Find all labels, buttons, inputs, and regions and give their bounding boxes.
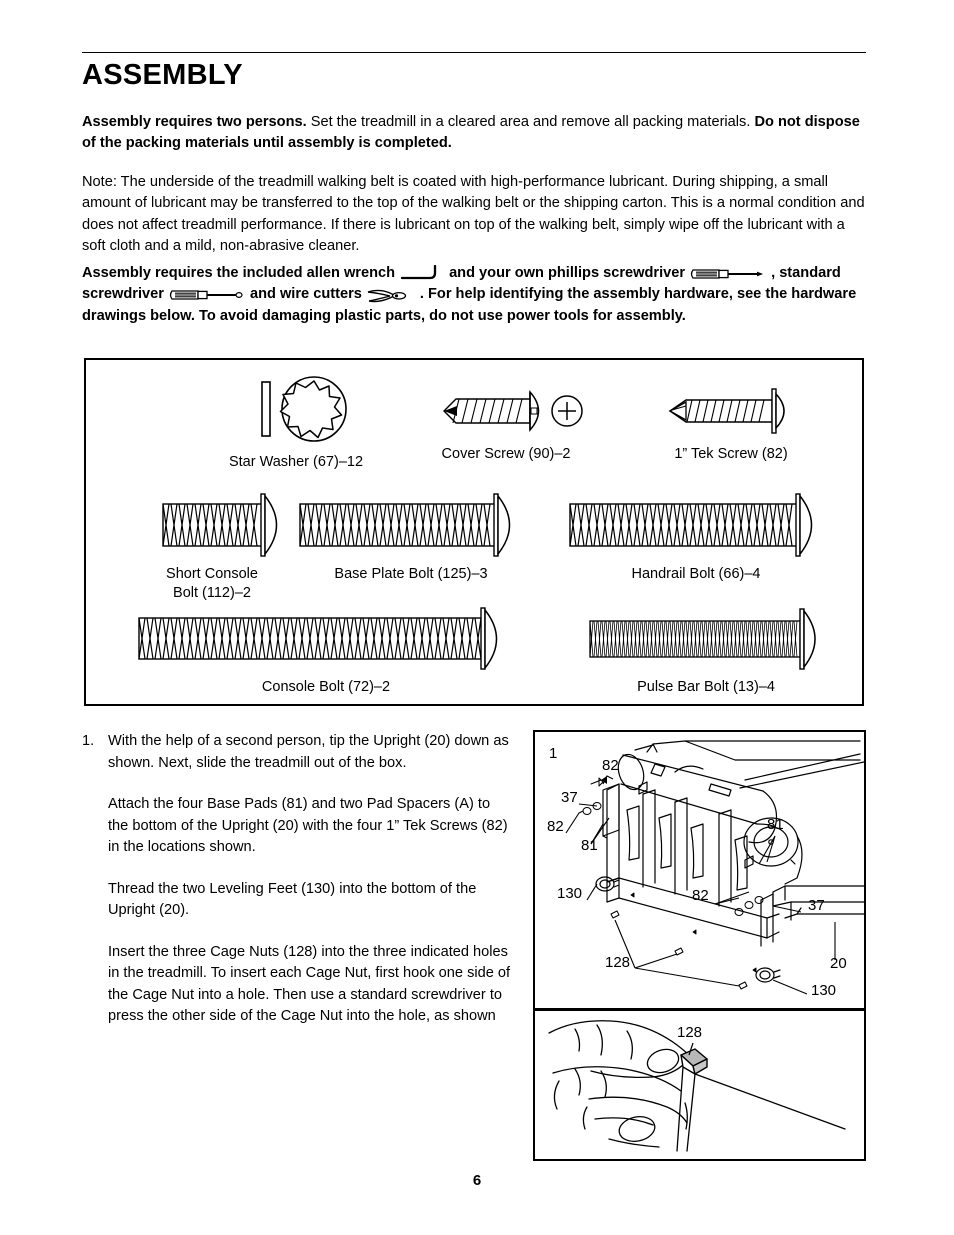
figure-callout-82-center: 82 — [692, 887, 709, 904]
figure-callout-81-left: 81 — [581, 837, 598, 854]
console-bolt-drawing — [106, 603, 546, 678]
step-paragraph-4: Insert the three Cage Nuts (128) into th… — [108, 943, 511, 1025]
allen-wrench-icon — [400, 264, 444, 283]
tools-text-1: Assembly requires the included allen wre… — [82, 265, 396, 281]
figure-callout-20: 20 — [830, 955, 847, 972]
page-title: ASSEMBLY — [82, 59, 243, 91]
detail-callout-128: 128 — [677, 1024, 702, 1041]
figure-cage-nut-detail-svg: 128 — [548, 1020, 846, 1152]
tek-screw-drawing — [611, 382, 851, 445]
step-body: With the help of a second person, tip th… — [108, 731, 512, 1028]
figure-callout-128: 128 — [605, 954, 630, 971]
hardware-label-console-bolt: Console Bolt (72)–2 — [261, 679, 391, 695]
figure-callout-81-right: 81 — [767, 816, 784, 833]
intro-paragraph: Assembly requires two persons. Set the t… — [82, 112, 868, 155]
figure-callout-130-left: 130 — [557, 885, 582, 902]
header-rule — [82, 52, 866, 53]
hardware-label-tek-screw: 1” Tek Screw (82) — [674, 446, 788, 462]
hardware-item-pulse-bar-bolt: Pulse Bar Bolt (13)–4 — [561, 603, 851, 697]
step-number: 1. — [82, 733, 95, 749]
standard-screwdriver-icon — [168, 288, 246, 302]
intro-bold-lead: Assembly requires two persons. — [82, 114, 307, 130]
base-plate-bolt-drawing — [276, 488, 546, 565]
step-paragraph-1: With the help of a second person, tip th… — [108, 733, 509, 771]
figure-step-label: 1 — [549, 745, 557, 762]
hardware-label-handrail-bolt: Handrail Bolt (66)–4 — [631, 566, 761, 582]
hardware-item-star-washer: Star Washer (67)–12 — [196, 370, 396, 472]
tools-text-5: and wire cutters — [249, 286, 362, 303]
step-paragraph-3: Thread the two Leveling Feet (130) into … — [108, 880, 477, 919]
phillips-screwdriver-icon — [689, 267, 767, 281]
hardware-item-handrail-bolt: Handrail Bolt (66)–4 — [546, 488, 846, 584]
figure-callout-82-left: 82 — [547, 818, 564, 835]
star-washer-drawing — [196, 370, 396, 453]
tools-text-3: , — [771, 265, 776, 281]
step-paragraph-2: Attach the four Base Pads (81) and two P… — [108, 796, 508, 855]
assembly-step-1: 1. With the help of a second person, tip… — [82, 731, 512, 1028]
figure-upright-assembly-svg: 1 82 37 82 81 81 130 82 37 128 20 130 — [547, 740, 864, 999]
note-paragraph: Note: The underside of the treadmill wal… — [82, 174, 865, 254]
figure-callout-37-left: 37 — [561, 789, 578, 806]
figure-callout-130-right: 130 — [811, 982, 836, 999]
figure-cage-nut-detail: 128 — [533, 1009, 866, 1161]
hardware-drawings-box: Star Washer (67)–12 Cover Screw (90)–2 1… — [84, 358, 864, 706]
hardware-item-console-bolt: Console Bolt (72)–2 — [106, 603, 546, 697]
hardware-label-pulse-bar-bolt: Pulse Bar Bolt (13)–4 — [637, 679, 775, 695]
hardware-label-cover-screw: Cover Screw (90)–2 — [441, 446, 571, 462]
pulse-bar-bolt-drawing — [561, 603, 851, 678]
hardware-item-cover-screw: Cover Screw (90)–2 — [386, 382, 626, 464]
document-page: ASSEMBLY Assembly requires two persons. … — [0, 0, 954, 1235]
cover-screw-drawing — [386, 382, 626, 445]
figure-upright-assembly: 1 82 37 82 81 81 130 82 37 128 20 130 — [533, 730, 866, 1010]
hardware-item-tek-screw: 1” Tek Screw (82) — [611, 382, 851, 464]
hardware-item-base-plate-bolt: Base Plate Bolt (125)–3 — [276, 488, 546, 584]
handrail-bolt-drawing — [546, 488, 846, 565]
hardware-label-base-plate-bolt: Base Plate Bolt (125)–3 — [334, 566, 488, 582]
page-number: 6 — [472, 1172, 482, 1189]
tools-paragraph: Assembly requires the included allen wre… — [82, 263, 868, 327]
hardware-label-star-washer: Star Washer (67)–12 — [228, 454, 364, 470]
wire-cutters-icon — [366, 287, 416, 305]
tools-text-2: and your own phillips screwdriver — [449, 265, 686, 281]
intro-plain: Set the treadmill in a cleared area and … — [306, 114, 755, 130]
figure-callout-37-right: 37 — [808, 897, 825, 914]
figure-callout-82-top: 82 — [602, 757, 619, 774]
